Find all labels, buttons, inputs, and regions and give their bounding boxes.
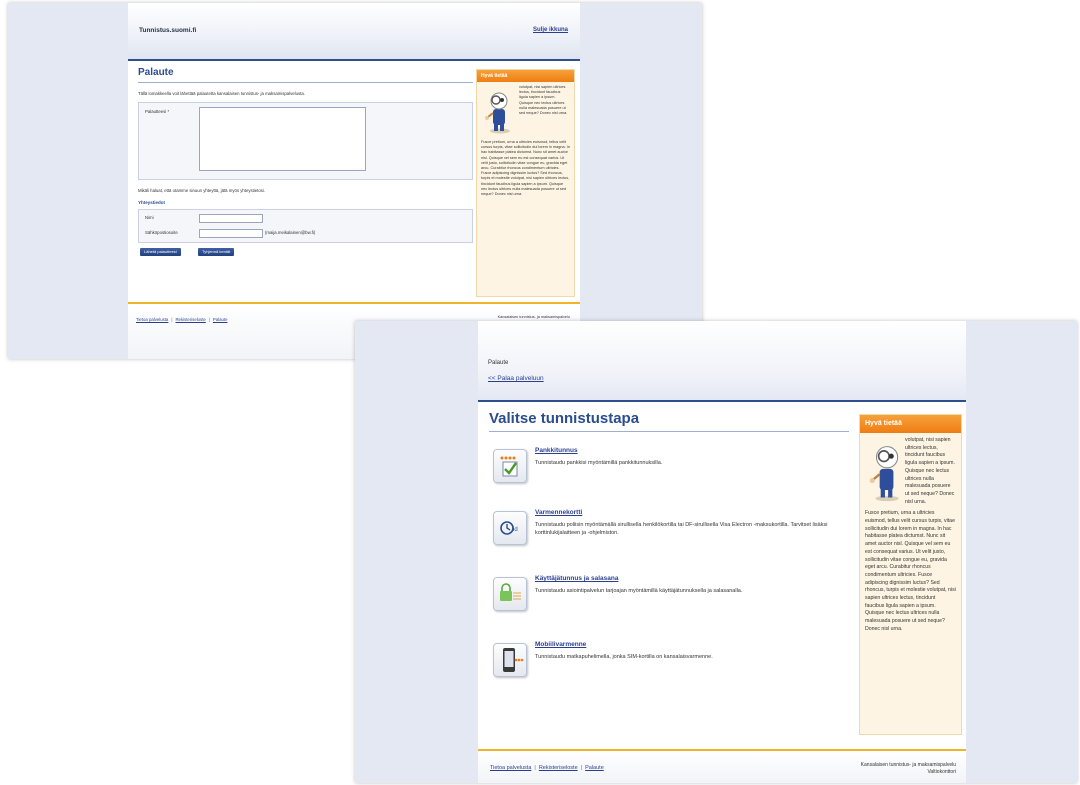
send-feedback-button[interactable]: Lähetä palautteesi [140, 248, 181, 256]
feedback-label: Palautteesi * [145, 109, 170, 114]
close-window-link[interactable]: Sulje ikkuna [533, 27, 568, 33]
footer-service-name: Kansalaisen tunnistus- ja maksamispalvel… [860, 762, 956, 768]
feedback-page-screenshot: Tunnistus.suomi.fi Sulje ikkuna Palaute … [8, 3, 702, 359]
method-title-mobile[interactable]: Mobiilivarmenne [535, 641, 586, 648]
email-label: Sähköpostiosoite [145, 230, 178, 235]
lock-password-icon [493, 577, 527, 611]
footer-links: Tietoa palvelusta | Rekisteriseloste | Palau… [490, 765, 604, 771]
site-title: Tunnistus.suomi.fi [139, 27, 197, 34]
method-desc-bank: Tunnistaudu pankkisi myöntämillä pankkit… [535, 460, 663, 466]
sidebar-text-b: Fusce pretium, urna a ultricies euismod,… [865, 510, 956, 632]
page-title: Palaute [138, 67, 473, 83]
method-desc-card: Tunnistaudu poliisin myöntämällä sirulli… [535, 522, 828, 536]
feedback-page: Tunnistus.suomi.fi Sulje ikkuna Palaute … [128, 3, 580, 359]
method-desc-mobile: Tunnistaudu matkapuhelimella, jonka SIM-… [535, 654, 713, 660]
header-feedback-text: Palaute [488, 360, 509, 366]
sidebar-title: Hyvä tietää [860, 415, 961, 433]
method-title-bank[interactable]: Pankkitunnus [535, 447, 578, 454]
contact-section-title: Yhteystiedot [138, 200, 166, 205]
method-desc-password: Tunnistaudu asiointipalvelun tarjoajan m… [535, 588, 743, 594]
name-label: Nimi [145, 215, 154, 220]
name-input[interactable] [199, 214, 263, 223]
contact-fieldset: Nimi Sähköpostiosoite (maija.meikalainen… [138, 209, 473, 243]
bank-check-icon [493, 449, 527, 483]
sidebar-text-b: Fusce pretium, urna a ultricies euismod,… [481, 140, 570, 197]
email-hint: (maija.meikalainen@bw.fi) [265, 230, 316, 235]
mascot-magnifier-icon [869, 446, 899, 502]
feedback-main: Palaute Tällä lomakkeella voit lähettää … [138, 67, 473, 262]
site-header: Tunnistus.suomi.fi Sulje ikkuna [128, 3, 580, 61]
auth-page: Palaute << Palaa palveluun Valitse tunni… [478, 321, 966, 783]
method-title-card[interactable]: Varmennekortti [535, 509, 582, 516]
mobile-card-icon: id [493, 511, 527, 545]
sidebar-text-a: volutpat, nisi sapien ultrices lectus, t… [905, 437, 955, 505]
clear-fields-button[interactable]: Tyhjennä kentät [198, 248, 235, 256]
footer-link-about[interactable]: Tietoa palvelusta [490, 765, 531, 771]
site-header: Palaute << Palaa palveluun [478, 321, 966, 402]
method-title-password[interactable]: Käyttäjätunnus ja salasana [535, 575, 618, 582]
svg-text:id: id [513, 527, 518, 533]
intro-text: Tällä lomakkeella voit lähettää palautet… [138, 91, 305, 96]
footer-link-about[interactable]: Tietoa palvelusta [136, 317, 168, 322]
feedback-textarea[interactable] [199, 107, 366, 171]
footer-link-register[interactable]: Rekisteriseloste [539, 765, 578, 771]
back-to-service-link[interactable]: << Palaa palveluun [488, 375, 544, 382]
footer-link-register[interactable]: Rekisteriseloste [175, 317, 205, 322]
mascot-magnifier-icon [485, 92, 510, 134]
site-footer: Tietoa palvelusta | Rekisteriseloste | Palau… [478, 749, 966, 783]
sidebar-title: Hyvä tietää [477, 70, 574, 82]
good-to-know-sidebar: Hyvä tietää volutpat, nisi sapien ultric… [859, 414, 962, 735]
footer-service-name: Kansalaisen tunnistus- ja maksamispalvel… [497, 315, 570, 319]
email-input[interactable] [199, 229, 263, 238]
footer-link-feedback[interactable]: Palaute [213, 317, 228, 322]
auth-main: Valitse tunnistustapa [489, 410, 849, 432]
optional-contact-note: Mikäli haluat, että otamme sinuun yhteyt… [138, 188, 266, 193]
mobile-phone-icon [493, 643, 527, 677]
feedback-fieldset: Palautteesi * [138, 102, 473, 180]
footer-links: Tietoa palvelusta | Rekisteriseloste | Palau… [136, 317, 228, 322]
sidebar-text-a: volutpat, nisi sapien ultrices lectus, t… [519, 85, 568, 116]
footer-org-name: Valtiokonttori [927, 769, 956, 775]
footer-org: Kansalaisen tunnistus- ja maksamispalvel… [861, 762, 956, 776]
auth-page-screenshot: Palaute << Palaa palveluun Valitse tunni… [355, 321, 1077, 783]
footer-link-feedback[interactable]: Palaute [585, 765, 604, 771]
good-to-know-sidebar: Hyvä tietää volutpat, nisi sapien ultric… [476, 69, 575, 297]
page-title: Valitse tunnistustapa [489, 410, 849, 432]
